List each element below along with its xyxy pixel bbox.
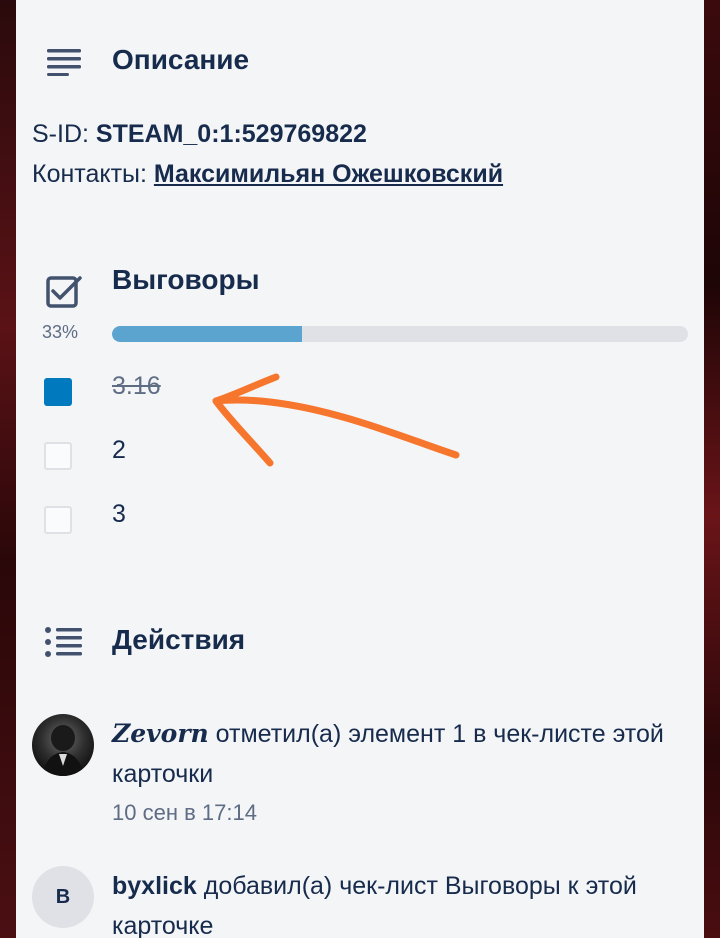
activity-icon xyxy=(45,627,82,657)
contacts-line: Контакты: Максимильян Ожешковский xyxy=(32,160,503,189)
checklist-item-checkbox-1[interactable] xyxy=(44,378,72,406)
checklist-item-checkbox-3[interactable] xyxy=(44,506,72,534)
description-icon xyxy=(47,49,81,76)
checklist-item-label-3[interactable]: 3 xyxy=(112,500,126,529)
activity-user[interactable]: byxlick xyxy=(112,872,197,900)
contacts-label: Контакты: xyxy=(32,160,147,188)
background-right xyxy=(704,0,720,938)
progress-percent: 33% xyxy=(42,322,79,342)
activity-entry-1: Zevorn отметил(а) элемент 1 в чек-листе … xyxy=(112,714,682,794)
progress-bar xyxy=(112,326,688,342)
avatar[interactable]: B xyxy=(32,866,94,928)
card-details-panel: Описание S-ID: STEAM_0:1:529769822 Конта… xyxy=(16,0,704,938)
sid-value: STEAM_0:1:529769822 xyxy=(95,120,367,148)
background-left xyxy=(0,0,16,938)
checklist-item-label-2[interactable]: 2 xyxy=(112,436,126,465)
avatar[interactable] xyxy=(32,714,94,776)
user-photo-icon xyxy=(42,725,84,776)
activity-entry-2: byxlick добавил(а) чек-лист Выговоры к э… xyxy=(112,866,682,938)
contacts-link[interactable]: Максимильян Ожешковский xyxy=(154,160,503,188)
activity-time[interactable]: 10 сен в 17:14 xyxy=(112,800,257,826)
checklist-title: Выговоры xyxy=(112,264,260,295)
checklist-icon xyxy=(46,276,82,308)
description-title: Описание xyxy=(112,44,250,75)
checklist-item-label-1[interactable]: 3.16 xyxy=(112,372,161,401)
progress-fill xyxy=(112,326,303,342)
sid-label: S-ID: xyxy=(32,120,89,148)
activity-user[interactable]: Zevorn xyxy=(112,719,209,748)
checklist-item-checkbox-2[interactable] xyxy=(44,442,72,470)
sid-line: S-ID: STEAM_0:1:529769822 xyxy=(32,120,367,149)
activity-title: Действия xyxy=(112,624,246,655)
